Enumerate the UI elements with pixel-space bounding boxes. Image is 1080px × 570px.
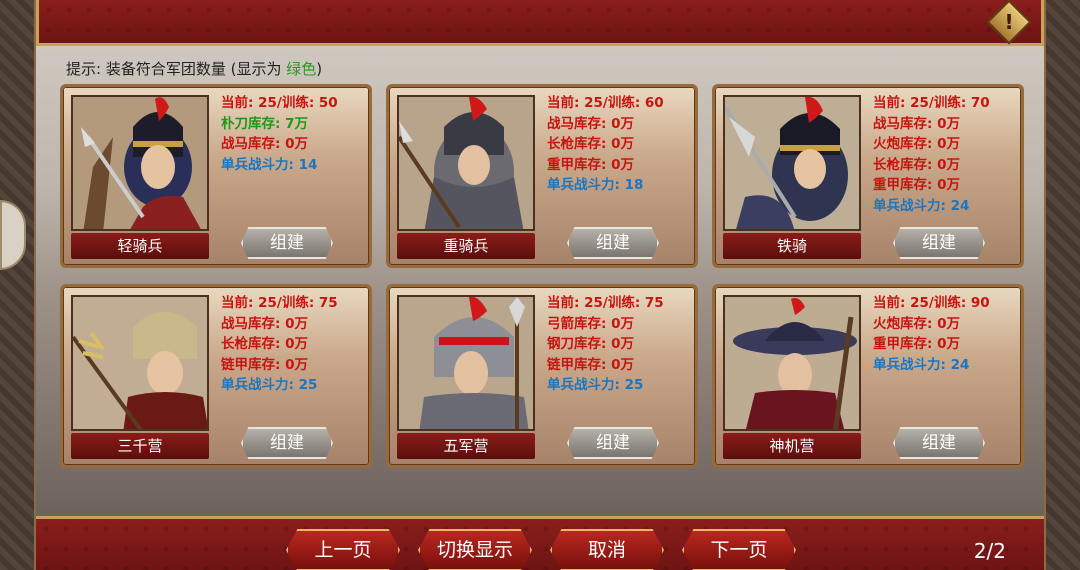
bottom-bar: 上一页 切换显示 取消 下一页 2/2 — [36, 516, 1044, 570]
build-button[interactable]: 组建 — [567, 227, 659, 259]
right-border — [1044, 0, 1080, 570]
build-button[interactable]: 组建 — [893, 427, 985, 459]
stat-line: 长枪库存: 0万 — [547, 136, 634, 152]
unit-name: 铁骑 — [723, 233, 861, 259]
stat-line: 单兵战斗力: 14 — [221, 156, 318, 173]
stat-line: 战马库存: 0万 — [221, 315, 308, 332]
unit-portrait — [71, 295, 209, 431]
unit-name: 重骑兵 — [397, 233, 535, 259]
build-button[interactable]: 组建 — [241, 227, 333, 259]
page-indicator: 2/2 — [973, 539, 1006, 563]
build-button[interactable]: 组建 — [241, 427, 333, 459]
stat-line: 朴刀库存: 7万 — [221, 115, 308, 132]
stat-line: 当前: 25/训练: 50 — [221, 95, 338, 111]
stat-line: 当前: 25/训练: 75 — [547, 295, 664, 311]
stat-line: 重甲库存: 0万 — [873, 177, 960, 193]
stat-line: 当前: 25/训练: 75 — [221, 295, 338, 311]
stat-line: 当前: 25/训练: 90 — [873, 295, 990, 311]
unit-name: 五军营 — [397, 433, 535, 459]
stat-line: 单兵战斗力: 24 — [873, 197, 970, 214]
unit-stats: 当前: 25/训练: 75 弓箭库存: 0万 钢刀库存: 0万 链甲库存: 0万… — [547, 293, 697, 396]
unit-card-sanqian-camp: 三千营 当前: 25/训练: 75 战马库存: 0万 长枪库存: 0万 链甲库存… — [60, 284, 372, 468]
prev-page-button[interactable]: 上一页 — [286, 529, 400, 570]
unit-name: 三千营 — [71, 433, 209, 459]
toggle-display-button[interactable]: 切换显示 — [418, 529, 532, 570]
unit-card-shenji-camp: 神机营 当前: 25/训练: 90 火炮库存: 0万 重甲库存: 0万 单兵战斗… — [712, 284, 1024, 468]
unit-portrait — [397, 95, 535, 231]
stat-line: 单兵战斗力: 25 — [221, 377, 318, 393]
unit-portrait — [723, 95, 861, 231]
unit-portrait — [397, 295, 535, 431]
unit-card-light-cavalry: 轻骑兵 当前: 25/训练: 50 朴刀库存: 7万 战马库存: 0万 单兵战斗… — [60, 84, 372, 268]
stat-line: 战马库存: 0万 — [221, 136, 308, 152]
unit-stats: 当前: 25/训练: 50 朴刀库存: 7万 战马库存: 0万 单兵战斗力: 1… — [221, 93, 371, 175]
unit-stats: 当前: 25/训练: 60 战马库存: 0万 长枪库存: 0万 重甲库存: 0万… — [547, 93, 697, 196]
stat-line: 长枪库存: 0万 — [873, 156, 960, 173]
stat-line: 火炮库存: 0万 — [873, 315, 960, 332]
unit-stats: 当前: 25/训练: 90 火炮库存: 0万 重甲库存: 0万 单兵战斗力: 2… — [873, 293, 1023, 375]
next-page-button[interactable]: 下一页 — [682, 529, 796, 570]
unit-card-iron-cavalry: 铁骑 当前: 25/训练: 70 战马库存: 0万 火炮库存: 0万 长枪库存:… — [712, 84, 1024, 268]
stat-line: 战马库存: 0万 — [873, 115, 960, 132]
stat-line: 重甲库存: 0万 — [873, 336, 960, 352]
stat-line: 钢刀库存: 0万 — [547, 336, 634, 352]
stat-line: 弓箭库存: 0万 — [547, 315, 634, 332]
unit-portrait — [71, 95, 209, 231]
left-border — [0, 0, 36, 570]
stat-line: 链甲库存: 0万 — [547, 356, 634, 373]
unit-card-heavy-cavalry: 重骑兵 当前: 25/训练: 60 战马库存: 0万 长枪库存: 0万 重甲库存… — [386, 84, 698, 268]
stat-line: 长枪库存: 0万 — [221, 336, 308, 352]
side-drawer-tab[interactable] — [0, 200, 26, 270]
stat-line: 火炮库存: 0万 — [873, 136, 960, 152]
build-button[interactable]: 组建 — [567, 427, 659, 459]
unit-name: 轻骑兵 — [71, 233, 209, 259]
unit-stats: 当前: 25/训练: 70 战马库存: 0万 火炮库存: 0万 长枪库存: 0万… — [873, 93, 1023, 216]
stat-line: 当前: 25/训练: 60 — [547, 95, 664, 111]
stat-line: 链甲库存: 0万 — [221, 356, 308, 373]
top-bar: ! — [36, 0, 1044, 46]
alert-button[interactable]: ! — [986, 0, 1032, 45]
stat-line: 单兵战斗力: 18 — [547, 177, 644, 193]
unit-stats: 当前: 25/训练: 75 战马库存: 0万 长枪库存: 0万 链甲库存: 0万… — [221, 293, 371, 396]
stat-line: 单兵战斗力: 25 — [547, 377, 644, 393]
cancel-button[interactable]: 取消 — [550, 529, 664, 570]
unit-name: 神机营 — [723, 433, 861, 459]
exclamation-icon: ! — [1004, 10, 1014, 34]
unit-card-wujun-camp: 五军营 当前: 25/训练: 75 弓箭库存: 0万 钢刀库存: 0万 链甲库存… — [386, 284, 698, 468]
stat-line: 单兵战斗力: 24 — [873, 356, 970, 373]
stat-line: 战马库存: 0万 — [547, 115, 634, 132]
stat-line: 重甲库存: 0万 — [547, 156, 634, 173]
stat-line: 当前: 25/训练: 70 — [873, 95, 990, 111]
unit-portrait — [723, 295, 861, 431]
unit-panel: 提示: 装备符合军团数量 (显示为 绿色) 轻骑兵 当前: 25/训练: 50 … — [36, 46, 1044, 516]
hint-text: 提示: 装备符合军团数量 (显示为 绿色) — [66, 60, 323, 78]
build-button[interactable]: 组建 — [893, 227, 985, 259]
